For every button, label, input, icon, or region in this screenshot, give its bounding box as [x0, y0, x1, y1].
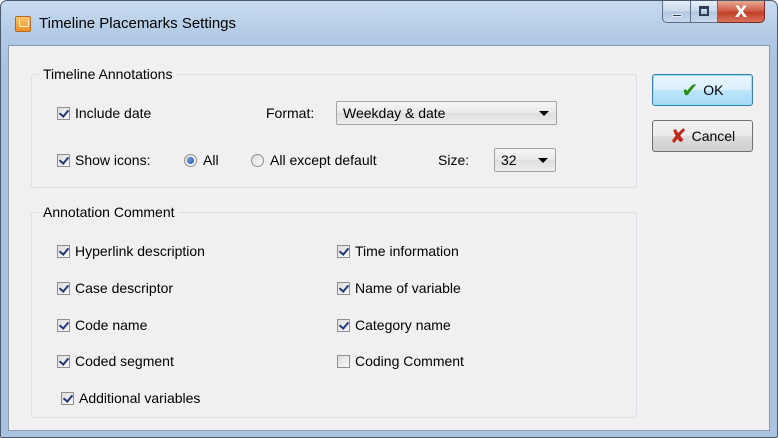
maximize-icon [699, 6, 709, 16]
size-select[interactable]: 32 [494, 148, 556, 172]
caption-buttons: X [662, 1, 765, 23]
include-date-check-icon [57, 106, 70, 120]
category-name-check-icon [337, 318, 350, 332]
coding-comment-check-icon [337, 354, 350, 368]
title-bar[interactable]: Timeline Placemarks Settings X [1, 1, 777, 41]
radio-all-except-default-label: All except default [270, 152, 377, 168]
size-select-value: 32 [501, 152, 517, 168]
ok-button-label: OK [703, 82, 724, 98]
hyperlink-description-label: Hyperlink description [75, 243, 205, 259]
annotation-comment-group: Annotation Comment Hyperlink description… [31, 204, 637, 418]
format-select[interactable]: Weekday & date [336, 101, 557, 125]
show-icons-checkbox[interactable]: Show icons: [57, 151, 150, 169]
additional-variables-label: Additional variables [79, 390, 201, 406]
coded-segment-checkbox[interactable]: Coded segment [57, 352, 174, 370]
chevron-down-icon [539, 111, 549, 116]
timeline-annotations-title: Timeline Annotations [39, 66, 177, 82]
additional-variables-checkbox[interactable]: Additional variables [61, 389, 200, 407]
cancel-button[interactable]: ✘ Cancel [652, 120, 753, 152]
show-icons-label: Show icons: [75, 152, 151, 168]
coding-comment-checkbox[interactable]: Coding Comment [337, 352, 464, 370]
name-of-variable-checkbox[interactable]: Name of variable [337, 279, 461, 297]
app-icon [15, 16, 31, 32]
code-name-checkbox[interactable]: Code name [57, 316, 147, 334]
timeline-annotations-group: Timeline Annotations Include date Format… [31, 66, 637, 188]
x-icon: ✘ [669, 124, 687, 148]
ok-button[interactable]: ✔ OK [652, 74, 753, 106]
case-descriptor-checkbox[interactable]: Case descriptor [57, 279, 173, 297]
show-icons-check-icon [57, 153, 70, 167]
case-descriptor-label: Case descriptor [75, 280, 174, 296]
name-of-variable-label: Name of variable [355, 280, 461, 296]
time-information-label: Time information [355, 243, 459, 259]
chevron-down-icon [538, 158, 548, 163]
window-title: Timeline Placemarks Settings [39, 15, 237, 32]
close-icon: X [734, 2, 748, 21]
category-name-label: Category name [355, 317, 451, 333]
time-information-checkbox[interactable]: Time information [337, 242, 459, 260]
code-name-check-icon [57, 318, 70, 332]
coding-comment-label: Coding Comment [355, 353, 464, 369]
radio-all-except-default-indicator [251, 153, 264, 167]
radio-all-except-default[interactable]: All except default [251, 151, 377, 169]
include-date-checkbox[interactable]: Include date [57, 104, 151, 122]
hyperlink-description-check-icon [57, 244, 70, 258]
size-label: Size: [438, 152, 470, 168]
coded-segment-check-icon [57, 354, 70, 368]
cancel-button-label: Cancel [691, 128, 736, 144]
format-select-value: Weekday & date [343, 105, 446, 121]
additional-variables-check-icon [61, 391, 74, 405]
close-button[interactable]: X [718, 1, 765, 23]
coded-segment-label: Coded segment [75, 353, 174, 369]
radio-all-label: All [203, 152, 219, 168]
include-date-label: Include date [75, 105, 152, 121]
case-descriptor-check-icon [57, 281, 70, 295]
category-name-checkbox[interactable]: Category name [337, 316, 451, 334]
minimize-icon [672, 14, 682, 17]
dialog-window: Timeline Placemarks Settings X Timeline … [0, 0, 778, 438]
format-label: Format: [266, 105, 315, 121]
name-of-variable-check-icon [337, 281, 350, 295]
radio-all[interactable]: All [184, 151, 219, 169]
hyperlink-description-checkbox[interactable]: Hyperlink description [57, 242, 205, 260]
checkmark-icon: ✔ [681, 78, 699, 102]
code-name-label: Code name [75, 317, 148, 333]
time-information-check-icon [337, 244, 350, 258]
minimize-button[interactable] [662, 1, 691, 23]
dialog-client-area: Timeline Annotations Include date Format… [8, 45, 770, 431]
maximize-button[interactable] [691, 1, 718, 23]
annotation-comment-title: Annotation Comment [39, 204, 179, 220]
radio-all-indicator [184, 153, 197, 167]
